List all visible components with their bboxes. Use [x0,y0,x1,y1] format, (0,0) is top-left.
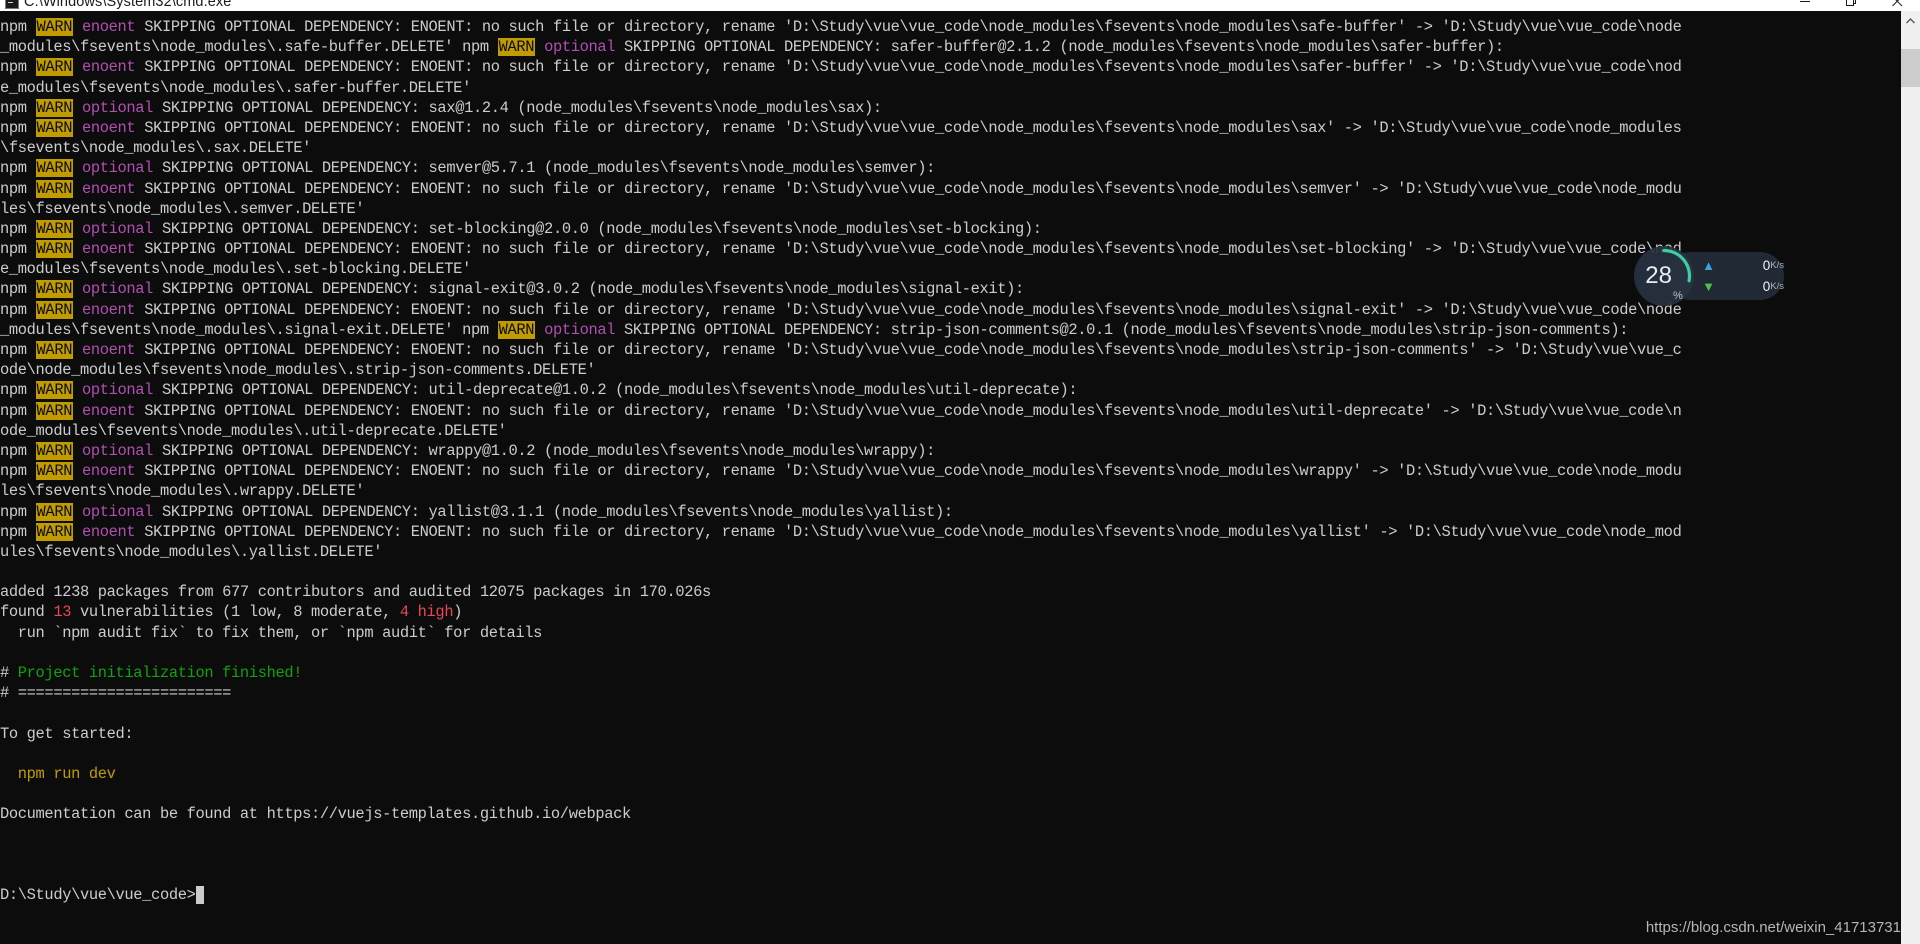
console-line: e_modules\fsevents\node_modules\.set-blo… [0,260,471,279]
console-line: npm WARN enoent SKIPPING OPTIONAL DEPEND… [0,58,1682,77]
console-line: found 13 vulnerabilities (1 low, 8 moder… [0,603,463,622]
console-line: D:\Study\vue\vue_code> [0,885,1901,905]
minimize-button[interactable] [1782,0,1828,11]
console-line: ules\fsevents\node_modules\.yallist.DELE… [0,542,383,561]
console-line: npm WARN enoent SKIPPING OPTIONAL DEPEND… [0,240,1682,259]
console-output-area[interactable]: npm WARN enoent SKIPPING OPTIONAL DEPEND… [0,11,1901,944]
console-line: npm WARN optional SKIPPING OPTIONAL DEPE… [0,502,953,521]
scrollbar-thumb[interactable] [1901,49,1920,87]
console-line: Documentation can be found at https://vu… [0,805,631,824]
console-line: npm WARN optional SKIPPING OPTIONAL DEPE… [0,441,936,460]
restore-button[interactable] [1828,0,1874,11]
scroll-up-arrow-icon[interactable] [1901,11,1920,30]
console-line: # Project initialization finished! [0,664,303,682]
vertical-scrollbar[interactable] [1901,11,1920,944]
close-button[interactable] [1874,0,1920,11]
console-line: npm WARN enoent SKIPPING OPTIONAL DEPEND… [0,18,1682,36]
console-line: npm WARN enoent SKIPPING OPTIONAL DEPEND… [0,522,1682,541]
console-line: ode\node_modules\fsevents\node_modules\.… [0,361,596,380]
console-line: npm WARN optional SKIPPING OPTIONAL DEPE… [0,159,936,178]
console-line: npm WARN optional SKIPPING OPTIONAL DEPE… [0,98,882,117]
console-line: npm WARN enoent SKIPPING OPTIONAL DEPEND… [0,179,1682,198]
console-line: _modules\fsevents\node_modules\.safe-buf… [0,38,1504,57]
console-text: npm WARN enoent SKIPPING OPTIONAL DEPEND… [0,17,1901,905]
console-line: npm WARN enoent SKIPPING OPTIONAL DEPEND… [0,341,1682,359]
console-line: les\fsevents\node_modules\.semver.DELETE… [0,199,365,218]
console-line: To get started: [0,724,134,743]
console-line: e_modules\fsevents\node_modules\.safer-b… [0,78,471,97]
console-line: added 1238 packages from 677 contributor… [0,583,711,602]
console-icon [5,0,19,9]
console-line: npm WARN optional SKIPPING OPTIONAL DEPE… [0,381,1078,400]
console-line: npm WARN optional SKIPPING OPTIONAL DEPE… [0,280,1024,299]
console-line: # ======================== [0,684,232,703]
cmd-window: C:\Windows\System32\cmd.exe npm WARN eno… [0,0,1920,944]
console-line: \fsevents\node_modules\.sax.DELETE' [0,139,312,158]
console-line: ode_modules\fsevents\node_modules\.util-… [0,421,507,440]
console-line: npm WARN enoent SKIPPING OPTIONAL DEPEND… [0,462,1682,481]
console-line: run `npm audit fix` to fix them, or `npm… [0,623,543,642]
console-line: _modules\fsevents\node_modules\.signal-e… [0,320,1629,339]
console-line: npm WARN optional SKIPPING OPTIONAL DEPE… [0,219,1042,238]
window-titlebar[interactable]: C:\Windows\System32\cmd.exe [0,0,1920,11]
console-line: npm WARN enoent SKIPPING OPTIONAL DEPEND… [0,118,1682,137]
window-title: C:\Windows\System32\cmd.exe [24,0,232,10]
console-line: npm run dev [17,764,116,783]
console-line: les\fsevents\node_modules\.wrappy.DELETE… [0,482,365,501]
console-line: npm WARN enoent SKIPPING OPTIONAL DEPEND… [0,401,1682,420]
console-line: npm WARN enoent SKIPPING OPTIONAL DEPEND… [0,300,1682,319]
watermark: https://blog.csdn.net/weixin_41713731 [1645,919,1901,936]
